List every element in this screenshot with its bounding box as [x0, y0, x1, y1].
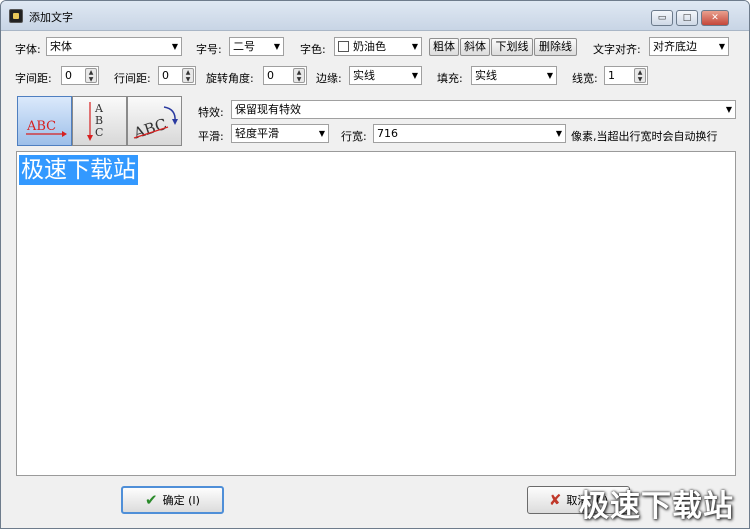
color-select[interactable]: 奶油色 ▼ [334, 37, 422, 56]
text-editor[interactable]: 极速下载站 [16, 151, 736, 476]
vertical-text-icon: A B C [87, 102, 104, 141]
window-title: 添加文字 [29, 11, 73, 24]
check-icon: ✔ [145, 491, 158, 509]
line-width-value: 1 [608, 69, 615, 82]
font-select[interactable]: 宋体 ▼ [46, 37, 182, 56]
line-width-label: 线宽: [572, 72, 598, 85]
char-spacing-spinner[interactable]: 0 ▲ ▼ [61, 66, 99, 85]
rotation-value: 0 [267, 69, 274, 82]
horizontal-text-button[interactable]: ABC [17, 96, 72, 146]
app-icon [9, 9, 23, 23]
vertical-text-button[interactable]: A B C [72, 96, 127, 146]
watermark: 极速下载站 [579, 489, 734, 524]
chevron-down-icon: ▼ [411, 71, 418, 80]
size-select[interactable]: 二号 ▼ [229, 37, 284, 56]
border-label: 边缘: [316, 72, 342, 85]
border-value: 实线 [353, 69, 375, 82]
align-value: 对齐底边 [653, 40, 697, 53]
smooth-label: 平滑: [198, 130, 224, 143]
line-spacing-label: 行间距: [114, 72, 151, 85]
effect-select[interactable]: 保留现有特效 ▼ [231, 100, 736, 119]
color-label: 字色: [300, 43, 326, 56]
minimize-button[interactable]: ▭ [651, 10, 673, 26]
line-width-px-value: 716 [377, 127, 398, 140]
fill-select[interactable]: 实线 ▼ [471, 66, 557, 85]
line-width-spinner[interactable]: 1 ▲ ▼ [604, 66, 648, 85]
border-select[interactable]: 实线 ▼ [349, 66, 422, 85]
line-width-px-label: 行宽: [341, 130, 367, 143]
line-width-px-select[interactable]: 716 ▼ [373, 124, 566, 143]
color-value: 奶油色 [353, 40, 386, 53]
x-icon: ✘ [548, 491, 562, 509]
chevron-down-icon: ▼ [546, 71, 553, 80]
smooth-select[interactable]: 轻度平滑 ▼ [231, 124, 329, 143]
fill-label: 填充: [437, 72, 463, 85]
chevron-down-icon: ▼ [171, 42, 178, 51]
chevron-down-icon: ▼ [273, 42, 280, 51]
line-spacing-value: 0 [162, 69, 169, 82]
line-spacing-spinner[interactable]: 0 ▲ ▼ [158, 66, 196, 85]
ok-button[interactable]: ✔ 确定 (I) [121, 486, 224, 514]
spinner-arrows-icon[interactable]: ▲ ▼ [85, 68, 97, 83]
size-value: 二号 [233, 40, 255, 53]
ok-label: 确定 (I) [162, 494, 200, 507]
close-button[interactable]: ✕ [701, 10, 729, 26]
horizontal-text-icon: ABC [26, 119, 67, 137]
maximize-button[interactable]: □ [676, 10, 698, 26]
smooth-value: 轻度平滑 [235, 127, 279, 140]
rotation-label: 旋转角度: [206, 72, 254, 85]
spinner-arrows-icon[interactable]: ▲ ▼ [182, 68, 194, 83]
effect-value: 保留现有特效 [235, 103, 301, 116]
char-spacing-value: 0 [65, 69, 72, 82]
fill-value: 实线 [475, 69, 497, 82]
color-swatch [338, 41, 349, 52]
chevron-down-icon: ▼ [555, 129, 562, 138]
wrap-hint: 像素,当超出行宽时会自动换行 [571, 130, 718, 143]
strikethrough-button[interactable]: 删除线 [534, 38, 577, 56]
chevron-down-icon: ▼ [718, 42, 725, 51]
font-label: 字体: [15, 43, 41, 56]
italic-button[interactable]: 斜体 [460, 38, 490, 56]
add-text-dialog: 添加文字 ▭ □ ✕ 字体: 宋体 ▼ 字号: 二号 ▼ 字色: 奶油色 ▼ 粗体 斜… [0, 0, 750, 529]
chevron-down-icon: ▼ [411, 42, 418, 51]
underline-button[interactable]: 下划线 [491, 38, 533, 56]
char-spacing-label: 字间距: [15, 72, 52, 85]
curved-text-icon: ABC [131, 106, 178, 143]
align-select[interactable]: 对齐底边 ▼ [649, 37, 729, 56]
font-value: 宋体 [50, 40, 72, 53]
chevron-down-icon: ▼ [318, 129, 325, 138]
editor-selected-text[interactable]: 极速下载站 [19, 155, 138, 185]
size-label: 字号: [196, 43, 222, 56]
vertical-text-c: C [95, 126, 103, 139]
align-label: 文字对齐: [593, 43, 641, 56]
spinner-arrows-icon[interactable]: ▲ ▼ [293, 68, 305, 83]
bold-button[interactable]: 粗体 [429, 38, 459, 56]
chevron-down-icon: ▼ [725, 105, 732, 114]
curved-text-button[interactable]: ABC [127, 96, 182, 146]
effect-label: 特效: [198, 106, 224, 119]
rotation-spinner[interactable]: 0 ▲ ▼ [263, 66, 307, 85]
title-bar[interactable]: 添加文字 ▭ □ ✕ [1, 1, 749, 31]
horizontal-text-sample: ABC [26, 119, 56, 134]
spinner-arrows-icon[interactable]: ▲ ▼ [634, 68, 646, 83]
